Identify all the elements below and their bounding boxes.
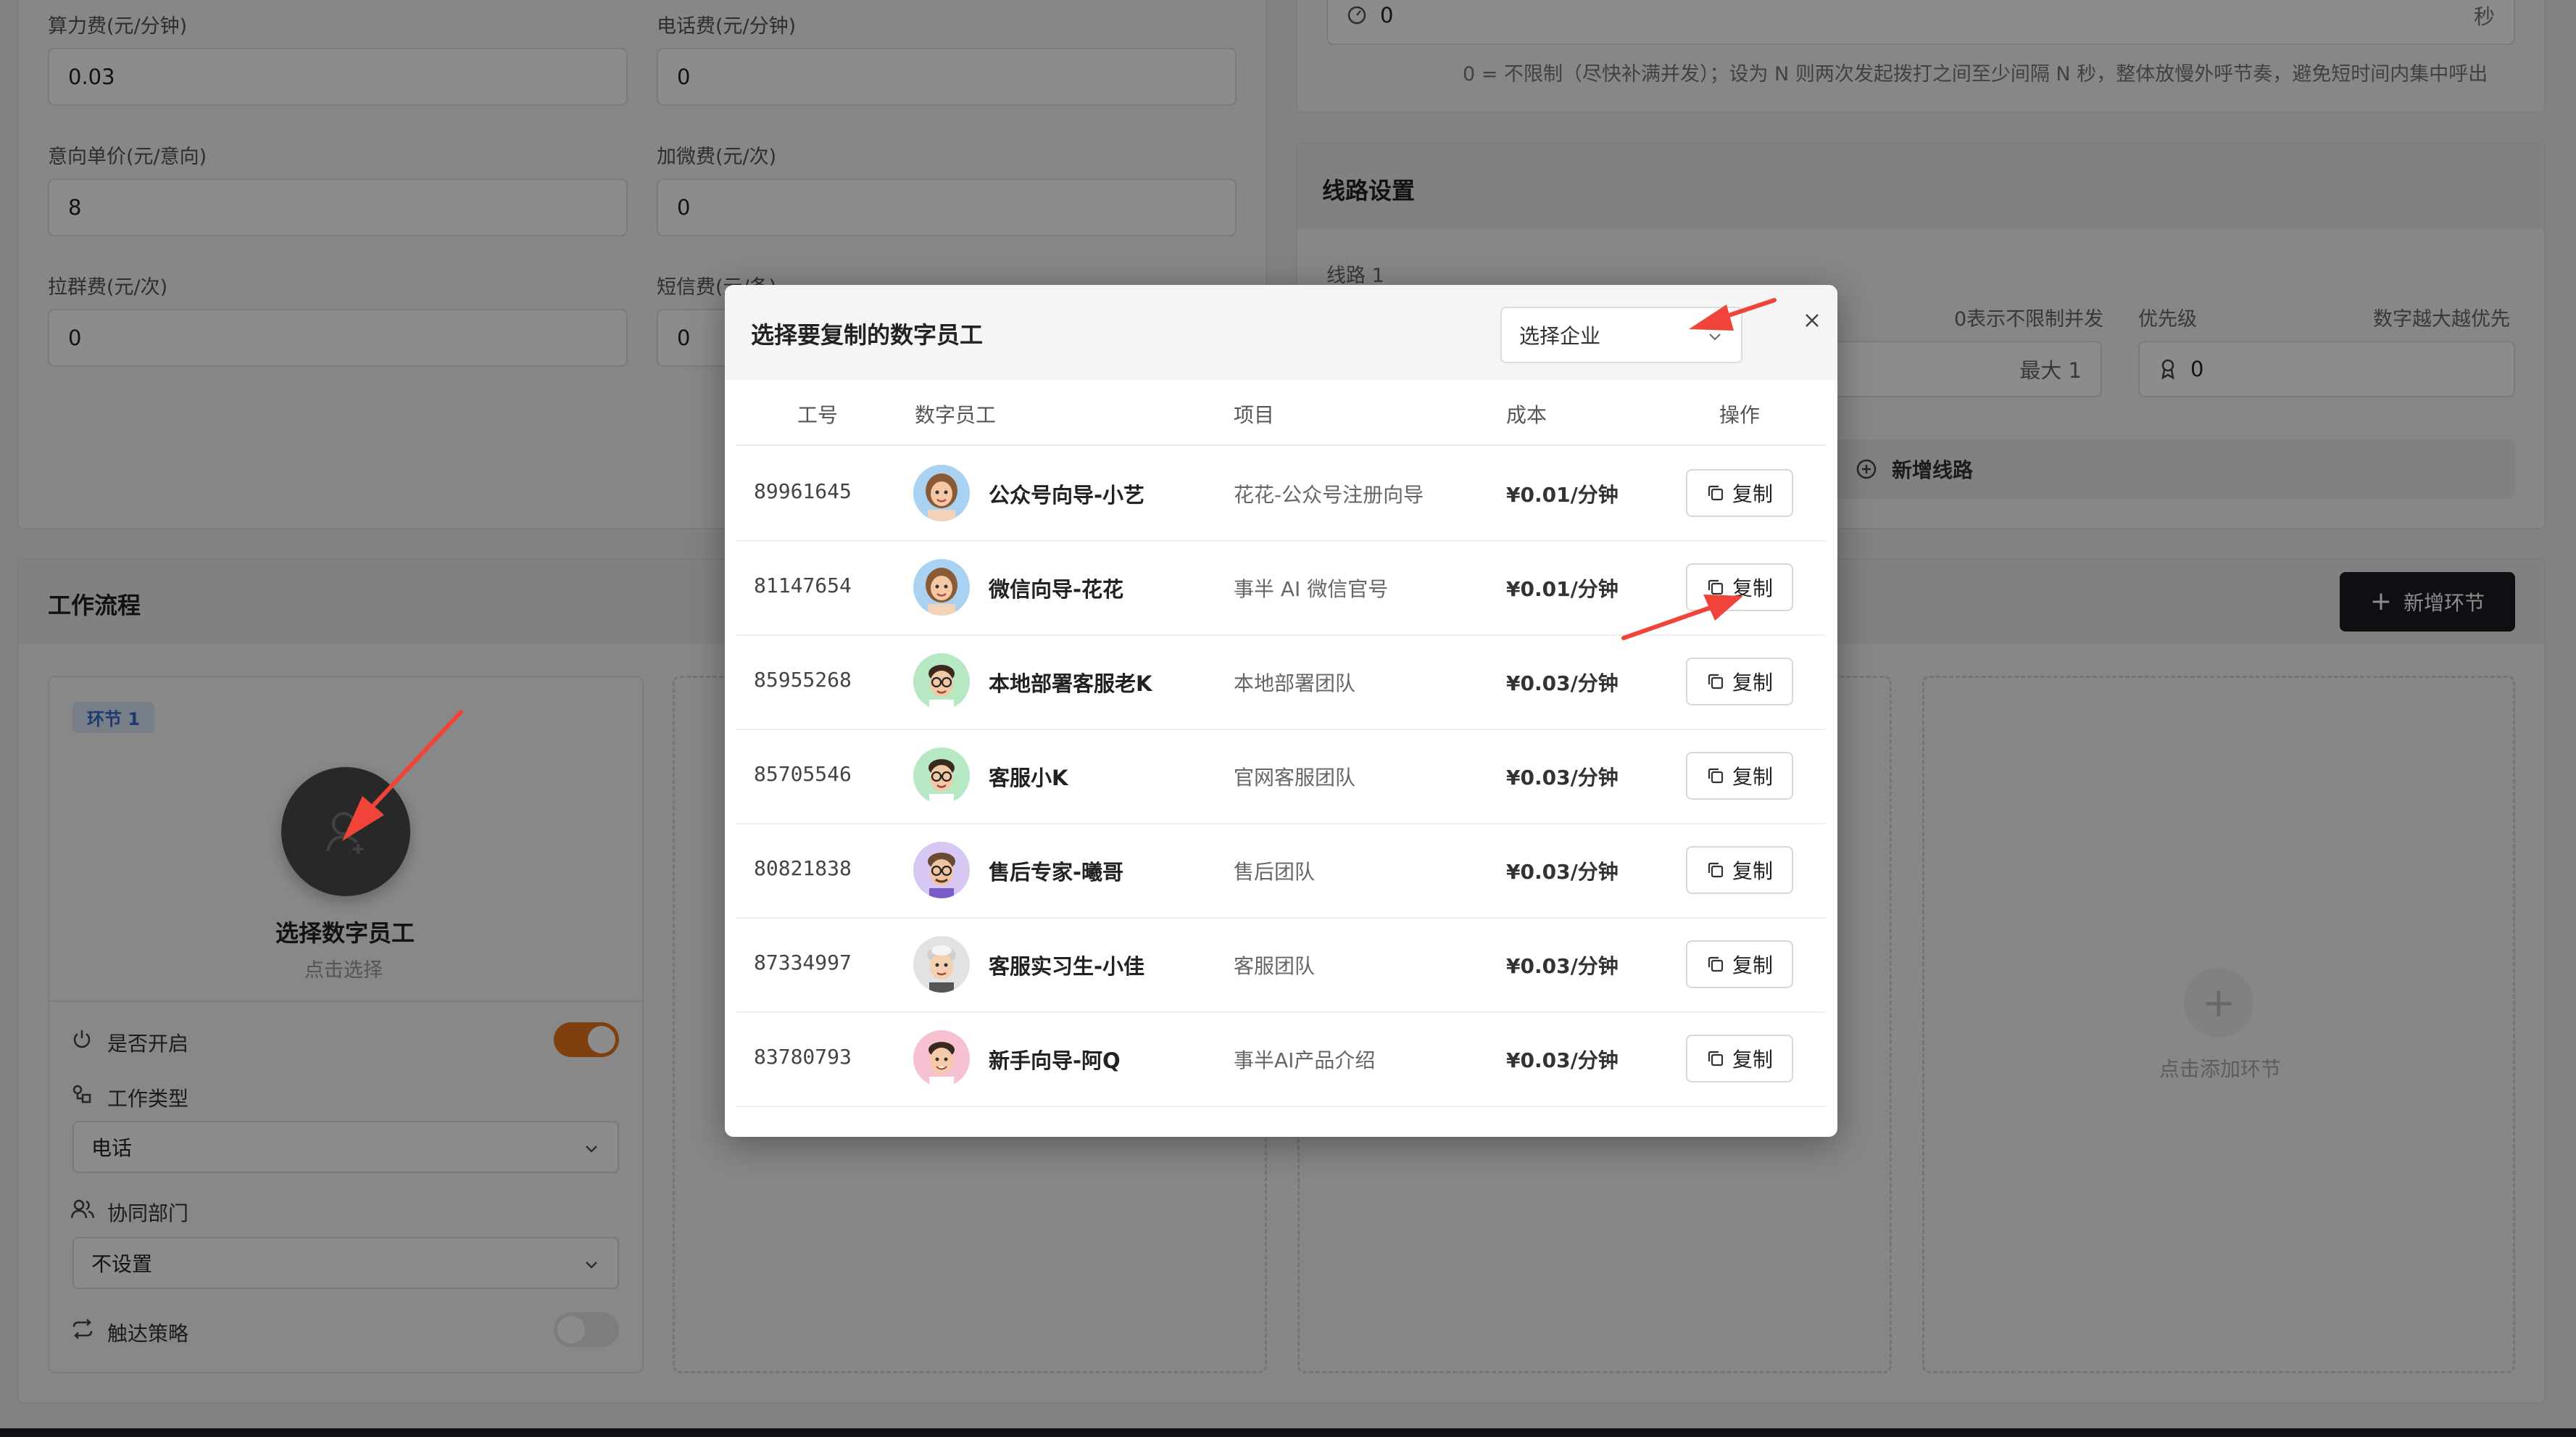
copy-label: 复制 — [1732, 953, 1773, 977]
copy-icon — [1706, 672, 1725, 691]
avatar — [913, 748, 970, 804]
copy-label: 复制 — [1732, 482, 1773, 506]
avatar — [913, 842, 970, 898]
employee-project: 本地部署团队 — [1234, 671, 1356, 695]
employee-id: 81147654 — [754, 573, 852, 597]
copy-label: 复制 — [1732, 576, 1773, 600]
employee-cost: ¥0.03/分钟 — [1506, 766, 1619, 790]
chevron-down-icon — [1706, 326, 1724, 344]
employee-id: 83780793 — [754, 1045, 852, 1069]
employee-cost: ¥0.01/分钟 — [1506, 483, 1619, 507]
employee-id: 87334997 — [754, 951, 852, 974]
employee-project: 事半AI产品介绍 — [1234, 1048, 1376, 1072]
employee-name: 本地部署客服老K — [989, 671, 1152, 696]
employee-project: 官网客服团队 — [1234, 766, 1356, 790]
copy-icon — [1706, 1049, 1725, 1068]
copy-icon — [1706, 484, 1725, 502]
copy-button[interactable]: 复制 — [1686, 469, 1793, 517]
company-placeholder: 选择企业 — [1519, 324, 1601, 348]
table-row: 80821838 售后专家-曦哥 售后团队 ¥0.03/分钟 复制 — [736, 823, 1826, 919]
employee-name: 公众号向导-小艺 — [989, 483, 1145, 508]
copy-label: 复制 — [1732, 765, 1773, 789]
table-row: 85705546 客服小K 官网客服团队 ¥0.03/分钟 复制 — [736, 729, 1826, 824]
employee-project: 花花-公众号注册向导 — [1234, 483, 1424, 507]
copy-icon — [1706, 955, 1725, 974]
copy-label: 复制 — [1732, 859, 1773, 883]
employee-cost: ¥0.03/分钟 — [1506, 671, 1619, 695]
copy-label: 复制 — [1732, 671, 1773, 695]
employee-cost: ¥0.03/分钟 — [1506, 860, 1619, 884]
employee-name: 售后专家-曦哥 — [989, 860, 1124, 885]
employee-project: 客服团队 — [1234, 954, 1316, 978]
copy-button[interactable]: 复制 — [1686, 563, 1793, 611]
copy-button[interactable]: 复制 — [1686, 1035, 1793, 1082]
copy-button[interactable]: 复制 — [1686, 658, 1793, 705]
employee-id: 85705546 — [754, 762, 852, 786]
employee-name: 客服小K — [989, 766, 1068, 790]
employee-project: 事半 AI 微信官号 — [1234, 577, 1389, 601]
employee-cost: ¥0.03/分钟 — [1506, 954, 1619, 978]
copy-button[interactable]: 复制 — [1686, 752, 1793, 800]
col-header-employee: 数字员工 — [915, 403, 997, 427]
employee-project: 售后团队 — [1234, 860, 1316, 884]
avatar — [913, 653, 970, 710]
employee-cost: ¥0.01/分钟 — [1506, 577, 1619, 601]
employee-id: 85955268 — [754, 668, 852, 692]
copy-label: 复制 — [1732, 1048, 1773, 1072]
modal-title: 选择要复制的数字员工 — [751, 321, 984, 349]
table-row: 81147654 微信向导-花花 事半 AI 微信官号 ¥0.01/分钟 复制 — [736, 540, 1826, 636]
avatar — [913, 465, 970, 521]
avatar — [913, 1030, 970, 1087]
copy-employee-modal: 选择要复制的数字员工 选择企业 工号 数字员工 项目 成本 操作 8996164… — [725, 285, 1837, 1137]
employee-id: 89961645 — [754, 479, 852, 503]
employee-name: 客服实习生-小佳 — [989, 954, 1145, 979]
copy-icon — [1706, 578, 1725, 597]
employee-cost: ¥0.03/分钟 — [1506, 1048, 1619, 1072]
close-icon[interactable] — [1803, 311, 1821, 330]
copy-icon — [1706, 861, 1725, 879]
employee-id: 80821838 — [754, 856, 852, 880]
employee-name: 微信向导-花花 — [989, 577, 1124, 602]
copy-button[interactable]: 复制 — [1686, 940, 1793, 988]
avatar — [913, 559, 970, 616]
table-row: 89961645 公众号向导-小艺 花花-公众号注册向导 ¥0.01/分钟 复制 — [736, 446, 1826, 542]
avatar — [913, 936, 970, 993]
col-header-project: 项目 — [1234, 403, 1275, 427]
col-header-cost: 成本 — [1506, 403, 1547, 427]
col-header-action: 操作 — [1719, 403, 1761, 427]
copy-icon — [1706, 766, 1725, 785]
table-row: 85955268 本地部署客服老K 本地部署团队 ¥0.03/分钟 复制 — [736, 634, 1826, 730]
copy-button[interactable]: 复制 — [1686, 846, 1793, 894]
company-select[interactable]: 选择企业 — [1500, 307, 1742, 363]
col-header-id: 工号 — [797, 403, 839, 427]
employee-name: 新手向导-阿Q — [989, 1048, 1121, 1073]
table-row: 83780793 新手向导-阿Q 事半AI产品介绍 ¥0.03/分钟 复制 — [736, 1011, 1826, 1107]
table-row: 87334997 客服实习生-小佳 客服团队 ¥0.03/分钟 复制 — [736, 917, 1826, 1013]
